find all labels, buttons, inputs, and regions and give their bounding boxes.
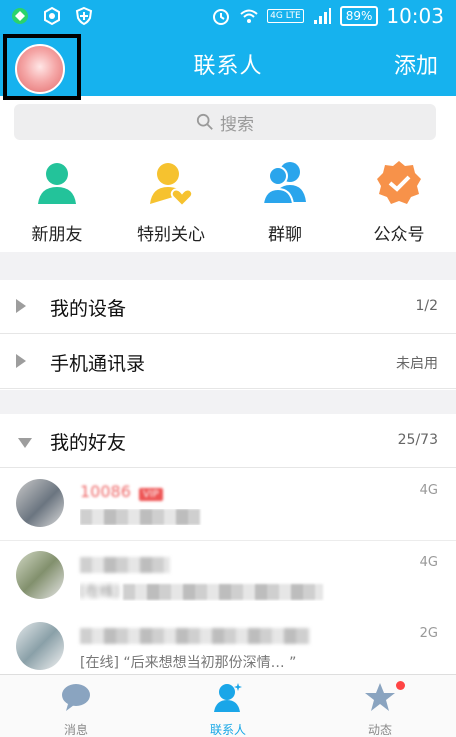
friend-signature [80,509,410,525]
group-my-devices[interactable]: 我的设备 1/2 [0,280,456,334]
search-icon [196,113,213,130]
quick-special-care[interactable]: 特别关心 [114,158,228,250]
person-icon [38,163,76,204]
contacts-icon [214,683,242,712]
chevron-down-icon [18,438,32,448]
chat-bubble-icon [62,684,90,711]
top-bar: 4G LTE 89% 10:03 联系人 添加 [0,0,456,100]
friend-name: 10086 VIP [80,482,163,501]
group-title: 我的好友 [50,432,127,454]
tab-label: 联系人 [209,723,246,737]
quick-new-friends[interactable]: 新朋友 [0,158,114,250]
search-bar[interactable]: 搜索 [14,104,436,140]
friend-name [80,554,170,573]
network-status: 4G [419,483,438,498]
status-bar: 4G LTE 89% 10:03 [0,0,456,34]
friend-row[interactable]: 10086 VIP 4G [0,469,456,541]
quick-entries: 新朋友 特别关心 群聊 公众号 [0,158,456,250]
friend-row[interactable]: 4G [在线] [0,541,456,613]
quick-label: 公众号 [373,225,425,245]
settings-hex-icon [44,6,60,26]
friend-signature: [在线] “后来想想当初那份深情… ” [80,655,297,671]
network-type-badge: 4G LTE [267,9,304,23]
notification-dot [396,681,405,690]
group-count: 未启用 [396,356,438,372]
tab-contacts[interactable]: 联系人 [152,675,304,737]
group-icon [261,162,306,205]
quick-label: 群聊 [268,225,302,245]
tab-moments[interactable]: 动态 [304,675,456,737]
quick-label: 新朋友 [31,225,83,245]
tab-label: 消息 [63,723,88,737]
wifi-icon [240,9,258,23]
group-count: 1/2 [415,298,438,314]
search-placeholder: 搜索 [220,114,254,135]
star-icon [365,683,395,711]
avatar [16,551,64,599]
badge-check-icon [377,161,421,204]
tab-messages[interactable]: 消息 [0,675,152,737]
chevron-right-icon [16,354,26,368]
app-notification-icon [12,8,28,24]
group-count: 25/73 [397,432,438,448]
quick-official-accounts[interactable]: 公众号 [342,158,456,250]
battery-indicator: 89% [339,6,379,26]
friend-name [80,625,310,644]
person-heart-icon [150,163,194,208]
avatar [16,622,64,670]
signal-icon [313,8,331,24]
network-status: 2G [419,626,438,641]
clock: 10:03 [386,4,444,28]
friend-signature: [在线] [80,581,410,601]
bottom-tab-bar: 消息 联系人 动态 [0,674,456,737]
group-title: 手机通讯录 [50,353,146,375]
section-divider [0,390,456,414]
group-title: 我的设备 [50,298,127,320]
quick-label: 特别关心 [137,225,205,245]
network-status: 4G [419,555,438,570]
group-my-friends[interactable]: 我的好友 25/73 [0,414,456,468]
vip-badge: VIP [138,488,163,501]
quick-group-chat[interactable]: 群聊 [228,158,342,250]
add-button[interactable]: 添加 [394,48,438,80]
header: 联系人 添加 [0,34,456,100]
shield-icon [75,6,93,26]
avatar [16,479,64,527]
page-title: 联系人 [193,54,263,79]
section-divider [0,252,456,280]
chevron-right-icon [16,299,26,313]
group-phone-contacts[interactable]: 手机通讯录 未启用 [0,335,456,389]
tab-label: 动态 [367,723,392,737]
alarm-icon [213,9,230,25]
